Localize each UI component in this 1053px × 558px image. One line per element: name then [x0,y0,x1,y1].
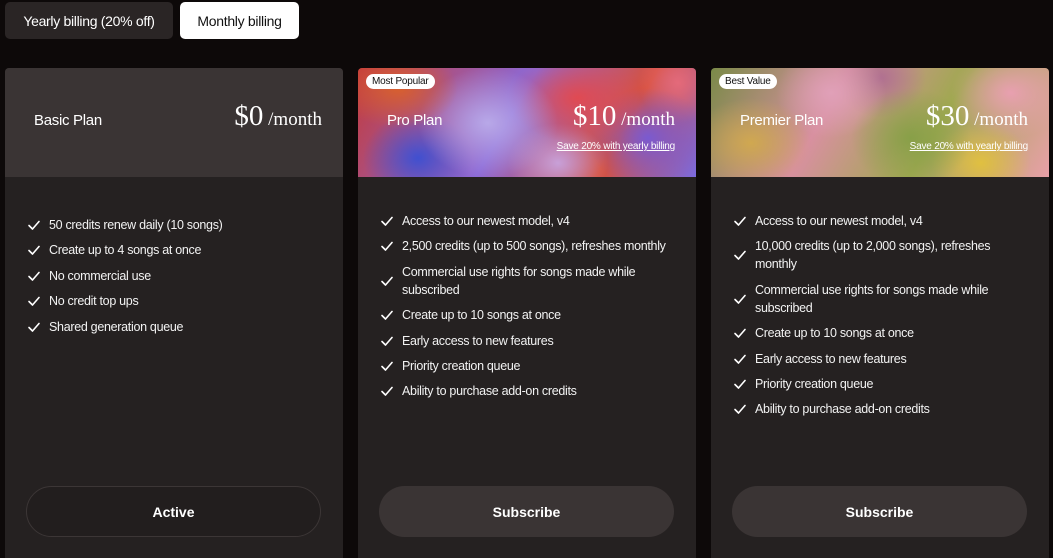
feature-text: Early access to new features [755,351,907,366]
plan-price: $30 /month [926,100,1028,133]
feature-text: Create up to 10 songs at once [402,308,561,323]
feature-item: Priority creation queue [380,357,680,375]
check-icon [733,214,755,228]
check-icon [380,308,402,322]
feature-text: Commercial use rights for songs made whi… [755,282,989,315]
check-icon [380,334,402,348]
feature-item: Create up to 10 songs at once [380,306,680,324]
feature-item: Commercial use rights for songs made whi… [380,263,680,299]
feature-text: Ability to purchase add-on credits [402,384,577,399]
feature-item: Early access to new features [380,332,680,350]
save-yearly-link[interactable]: Save 20% with yearly billing [557,141,676,152]
monthly-billing-button[interactable]: Monthly billing [180,2,299,39]
check-icon [27,294,49,308]
pro-plan-card: Most Popular Pro Plan $10 /month Save 20… [358,68,696,558]
feature-text: Early access to new features [402,333,554,348]
billing-toggle: Yearly billing (20% off) Monthly billing [5,2,299,39]
premier-plan-header: Best Value Premier Plan $30 /month Save … [711,68,1049,177]
basic-plan-card: Basic Plan $0 /month 50 credits renew da… [5,68,343,558]
check-icon [27,269,49,283]
premier-plan-card: Best Value Premier Plan $30 /month Save … [711,68,1049,558]
price-period: /month [263,109,322,130]
feature-text: Shared generation queue [49,319,184,334]
feature-text: No commercial use [49,268,151,283]
feature-item: Shared generation queue [27,318,327,336]
feature-list: Access to our newest model, v4 10,000 cre… [733,212,1033,426]
subscribe-pro-button[interactable]: Subscribe [379,486,674,537]
feature-list: Access to our newest model, v4 2,500 cred… [380,212,680,408]
feature-text: 10,000 credits (up to 2,000 songs), refr… [755,239,991,272]
feature-item: Early access to new features [733,350,1033,368]
price-period: /month [616,109,675,130]
plan-name: Premier Plan [740,112,824,129]
plan-price: $0 /month [234,100,322,133]
active-button[interactable]: Active [26,486,321,537]
feature-item: Create up to 10 songs at once [733,324,1033,342]
feature-text: Access to our newest model, v4 [755,214,923,228]
feature-text: Priority creation queue [402,358,521,373]
feature-item: 50 credits renew daily (10 songs) [27,216,327,234]
check-icon [380,214,402,228]
feature-item: Ability to purchase add-on credits [380,382,680,400]
feature-item: 2,500 credits (up to 500 songs), refresh… [380,237,680,255]
feature-item: Ability to purchase add-on credits [733,400,1033,418]
feature-text: Priority creation queue [755,376,874,391]
check-icon [733,377,755,391]
feature-item: Priority creation queue [733,375,1033,393]
check-icon [733,352,755,366]
feature-list: 50 credits renew daily (10 songs) Create … [27,216,327,343]
feature-item: 10,000 credits (up to 2,000 songs), refr… [733,237,1033,273]
pro-plan-header: Most Popular Pro Plan $10 /month Save 20… [358,68,696,177]
feature-item: No commercial use [27,267,327,285]
check-icon [733,292,755,306]
price-amount: $10 [572,100,617,132]
check-icon [380,384,402,398]
check-icon [733,326,755,340]
feature-text: No credit top ups [49,294,139,309]
feature-item: Access to our newest model, v4 [733,212,1033,230]
feature-text: Ability to purchase add-on credits [755,402,930,417]
feature-item: No credit top ups [27,292,327,310]
feature-item: Commercial use rights for songs made whi… [733,281,1033,317]
basic-plan-header: Basic Plan $0 /month [5,68,343,177]
feature-text: Create up to 4 songs at once [49,243,202,258]
feature-text: Commercial use rights for songs made whi… [402,264,636,297]
save-yearly-link[interactable]: Save 20% with yearly billing [910,141,1029,152]
check-icon [380,274,402,288]
price-amount: $0 [234,100,264,132]
check-icon [733,248,755,262]
most-popular-badge: Most Popular [366,74,435,89]
best-value-badge: Best Value [719,74,777,89]
feature-text: Access to our newest model, v4 [402,214,570,228]
feature-text: Create up to 10 songs at once [755,326,914,341]
check-icon [380,239,402,253]
feature-item: Access to our newest model, v4 [380,212,680,230]
check-icon [733,402,755,416]
plan-name: Basic Plan [34,112,102,129]
check-icon [27,218,49,232]
subscribe-premier-button[interactable]: Subscribe [732,486,1027,537]
feature-item: Create up to 4 songs at once [27,241,327,259]
price-period: /month [969,109,1028,130]
check-icon [27,243,49,257]
check-icon [27,320,49,334]
price-amount: $30 [925,100,970,132]
feature-text: 2,500 credits (up to 500 songs), refresh… [402,239,666,254]
feature-text: 50 credits renew daily (10 songs) [49,218,223,232]
plan-name: Pro Plan [387,112,443,129]
yearly-billing-button[interactable]: Yearly billing (20% off) [5,2,173,39]
check-icon [380,359,402,373]
plan-price: $10 /month [573,100,675,133]
